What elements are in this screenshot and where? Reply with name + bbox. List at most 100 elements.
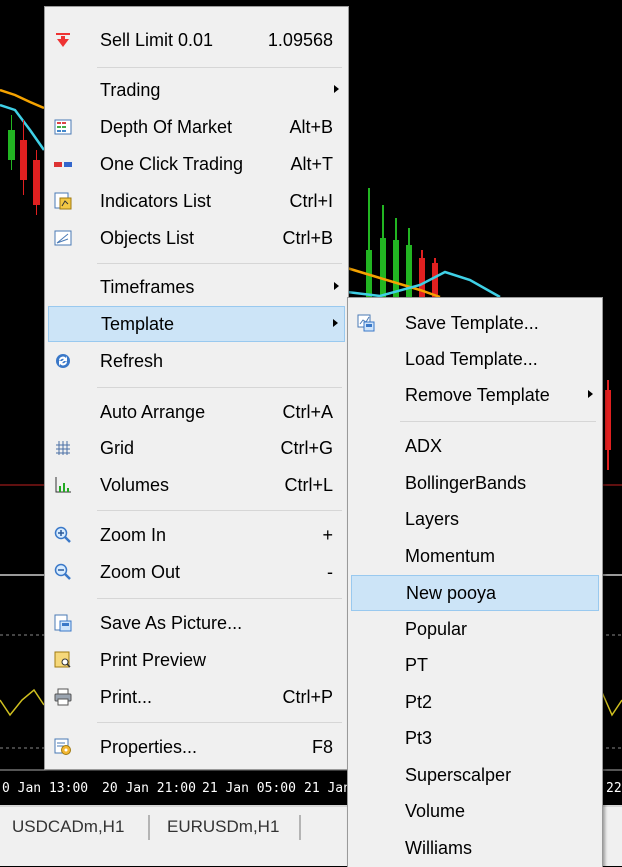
menu-item-indicators-list[interactable]: Indicators List Ctrl+I [48,184,345,218]
menu-label: BollingerBands [405,473,527,493]
menu-label: Auto Arrange [100,402,206,422]
template-item-layers[interactable]: Layers [351,502,599,536]
menu-label: Pt2 [405,692,433,712]
menu-item-zoom-out[interactable]: Zoom Out - [48,555,345,589]
menu-shortcut: + [322,525,333,545]
menu-separator [97,67,342,68]
menu-shortcut: Alt+T [290,154,333,174]
menu-item-refresh[interactable]: Refresh [48,344,345,378]
zoom-in-icon [54,526,71,543]
time-label-3: 21 Jan [304,781,351,796]
menu-label: PT [405,655,429,675]
menu-label: Trading [100,80,161,100]
template-item-pt3[interactable]: Pt3 [351,721,599,755]
template-item-popular[interactable]: Popular [351,612,599,646]
menu-label: Zoom In [100,525,167,545]
template-submenu: Save Template... Load Template... Remove… [347,297,603,867]
menu-label: Momentum [405,546,496,566]
grid-icon [56,441,70,455]
refresh-icon [56,354,70,368]
menu-item-auto-arrange[interactable]: Auto Arrange Ctrl+A [48,395,345,429]
menu-item-zoom-in[interactable]: Zoom In + [48,518,345,552]
menu-shortcut: Ctrl+B [282,228,333,248]
depth-of-market-icon [54,119,72,135]
sell-arrow-icon [56,33,70,47]
menu-separator [97,510,342,511]
menu-label: New pooya [406,583,497,603]
menu-label: Grid [100,438,135,458]
menu-label: Timeframes [100,277,195,297]
menu-item-objects-list[interactable]: Objects List Ctrl+B [48,221,345,255]
menu-item-grid[interactable]: Grid Ctrl+G [48,431,345,465]
template-item-momentum[interactable]: Momentum [351,539,599,573]
menu-item-remove-template[interactable]: Remove Template [351,378,599,412]
menu-item-properties[interactable]: Properties... F8 [48,730,345,764]
menu-label: One Click Trading [100,154,244,174]
sell-limit-price: 1.09568 [267,30,333,50]
menu-item-save-template[interactable]: Save Template... [351,306,599,340]
submenu-arrow-icon [334,282,339,290]
menu-label: Load Template... [405,349,538,369]
menu-label: Zoom Out [100,562,181,582]
template-item-new-pooya[interactable]: New pooya [351,575,599,611]
menu-item-template[interactable]: Template [48,306,345,342]
print-preview-icon [54,651,71,668]
time-label-4: 22 [606,781,622,796]
properties-icon [54,738,71,755]
menu-shortcut: Alt+B [289,117,333,137]
menu-separator [97,387,342,388]
menu-shortcut: Ctrl+A [282,402,333,422]
objects-list-icon [54,230,72,246]
menu-item-sell-limit[interactable]: Sell Limit 0.01 1.09568 [48,23,345,57]
zoom-out-icon [54,563,71,580]
time-label-1: 20 Jan 21:00 [102,781,196,796]
menu-shortcut: Ctrl+G [280,438,333,458]
submenu-arrow-icon [333,319,338,327]
menu-label: Remove Template [405,385,550,405]
menu-label: Sell Limit 0.01 [100,30,214,50]
menu-item-save-as-picture[interactable]: Save As Picture... [48,606,345,640]
template-item-bollingerbands[interactable]: BollingerBands [351,466,599,500]
template-item-adx[interactable]: ADX [351,429,599,463]
menu-label: Template [101,314,175,334]
menu-label: Pt3 [405,728,433,748]
menu-label: Objects List [100,228,195,248]
volumes-icon [55,477,71,493]
menu-item-depth-of-market[interactable]: Depth Of Market Alt+B [48,110,345,144]
menu-separator [97,598,342,599]
menu-item-load-template[interactable]: Load Template... [351,342,599,376]
menu-item-timeframes[interactable]: Timeframes [48,270,345,304]
template-item-volume[interactable]: Volume [351,794,599,828]
menu-label: Williams [405,838,472,858]
menu-label: Refresh [100,351,164,371]
menu-label: Volume [405,801,466,821]
menu-item-trading[interactable]: Trading [48,73,345,107]
save-template-icon [357,314,375,332]
menu-label: Save As Picture... [100,613,243,633]
menu-item-one-click-trading[interactable]: One Click Trading Alt+T [48,147,345,181]
time-label-2: 21 Jan 05:00 [202,781,296,796]
tab-eurusdm: EURUSDm,H1 [167,817,279,836]
menu-label: Indicators List [100,191,212,211]
submenu-arrow-icon [588,390,593,398]
menu-label: Superscalper [405,765,512,785]
indicators-list-icon [54,192,72,210]
menu-label: Depth Of Market [100,117,233,137]
template-item-pt2[interactable]: Pt2 [351,685,599,719]
menu-separator [97,263,342,264]
chart-context-menu: Sell Limit 0.01 1.09568 Trading Depth Of… [44,6,349,770]
template-item-pt[interactable]: PT [351,648,599,682]
tab-usdcadm: USDCADm,H1 [12,817,124,836]
menu-shortcut: Ctrl+L [284,475,333,495]
template-item-williams[interactable]: Williams [351,831,599,865]
menu-item-print[interactable]: Print... Ctrl+P [48,680,345,714]
menu-label: Print Preview [100,650,207,670]
template-item-superscalper[interactable]: Superscalper [351,758,599,792]
menu-label: Properties... [100,737,198,757]
menu-separator [97,722,342,723]
menu-item-print-preview[interactable]: Print Preview [48,643,345,677]
menu-shortcut: F8 [311,737,333,757]
menu-item-volumes[interactable]: Volumes Ctrl+L [48,468,345,502]
one-click-trading-icon [54,162,72,167]
menu-label: Print... [100,687,153,707]
